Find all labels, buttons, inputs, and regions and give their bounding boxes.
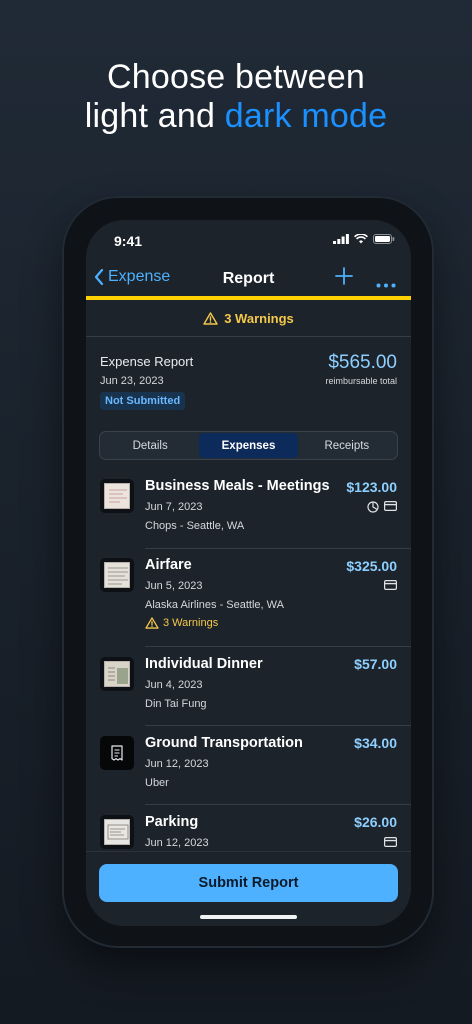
status-time: 9:41 [114,233,143,249]
expense-amount: $26.00 [354,814,397,830]
receipt-thumbnail [100,657,134,691]
warnings-text: 3 Warnings [224,310,294,326]
expense-title: Airfare [145,557,192,573]
report-total: $565.00 [328,352,397,373]
warning-icon [145,617,159,629]
list-item[interactable]: Business Meals - Meetings Jun 7, 2023 Ch… [86,470,411,549]
headline-accent: dark mode [224,97,388,135]
footer: Submit Report [86,851,411,926]
expense-title: Ground Transportation [145,735,303,751]
expense-date: Jun 7, 2023 [145,501,203,513]
expense-date: Jun 4, 2023 [145,679,203,691]
expense-title: Parking [145,814,199,830]
credit-card-icon [384,501,397,511]
expense-amount: $57.00 [354,656,397,672]
list-item[interactable]: Ground Transportation Jun 12, 2023 Uber … [86,726,411,805]
receipt-icon [111,745,123,761]
receipt-thumbnail [100,558,134,592]
expense-title: Business Meals - Meetings [145,478,330,494]
warnings-banner[interactable]: 3 Warnings [86,300,411,337]
expense-icons [384,837,397,847]
receipt-thumbnail [100,479,134,513]
home-indicator[interactable] [200,915,297,919]
report-title: Expense Report [100,354,194,369]
warning-icon [203,311,218,325]
expense-merchant: Chops - Seattle, WA [145,520,245,532]
status-icons [333,234,395,244]
status-badge: Not Submitted [100,392,186,410]
receipt-thumbnail [100,815,134,849]
list-item[interactable]: Airfare Jun 5, 2023 Alaska Airlines - Se… [86,549,411,647]
headline-plain: light and [84,97,225,135]
report-header: Expense Report Jun 23, 2023 Not Submitte… [86,338,411,418]
more-icon [376,283,396,288]
expense-date: Jun 5, 2023 [145,580,203,592]
expense-merchant: Uber [145,777,169,789]
expense-merchant: Din Tai Fung [145,698,207,710]
expense-icons [367,501,397,513]
expense-title: Individual Dinner [145,656,263,672]
submit-report-button[interactable]: Submit Report [99,864,398,902]
expense-date: Jun 12, 2023 [145,758,209,770]
more-button[interactable] [376,275,396,293]
pie-chart-icon [367,501,379,513]
expense-amount: $34.00 [354,735,397,751]
status-bar: 9:41 [86,220,411,260]
add-button[interactable] [334,266,354,291]
tab-details[interactable]: Details [101,433,199,458]
signal-icon [333,234,349,244]
tab-expenses[interactable]: Expenses [199,433,298,458]
tab-receipts[interactable]: Receipts [298,433,396,458]
expense-amount: $123.00 [346,479,397,495]
headline-line-1: Choose between [107,58,365,96]
list-item[interactable]: Individual Dinner Jun 4, 2023 Din Tai Fu… [86,647,411,726]
expense-date: Jun 12, 2023 [145,837,209,849]
expense-icons [384,580,397,590]
expense-warning-text: 3 Warnings [163,617,219,629]
nav-bar: Expense Report [86,262,411,296]
headline-line-2: light and dark mode [0,97,472,136]
credit-card-icon [384,837,397,847]
page-title: Report [222,270,275,287]
promo-headline: Choose between light and dark mode [0,58,472,136]
segmented-control: Details Expenses Receipts [99,431,398,460]
battery-icon [373,234,395,244]
phone-screen: 9:41 Expense Report 3 Warnings Expense R… [86,220,411,926]
wifi-icon [354,234,368,244]
receipt-thumbnail [100,736,134,770]
report-date: Jun 23, 2023 [100,375,164,387]
expense-amount: $325.00 [346,558,397,574]
expense-merchant: Alaska Airlines - Seattle, WA [145,599,284,611]
plus-icon [335,267,353,285]
report-total-caption: reimbursable total [325,376,397,386]
credit-card-icon [384,580,397,590]
expense-warning[interactable]: 3 Warnings [145,617,218,629]
